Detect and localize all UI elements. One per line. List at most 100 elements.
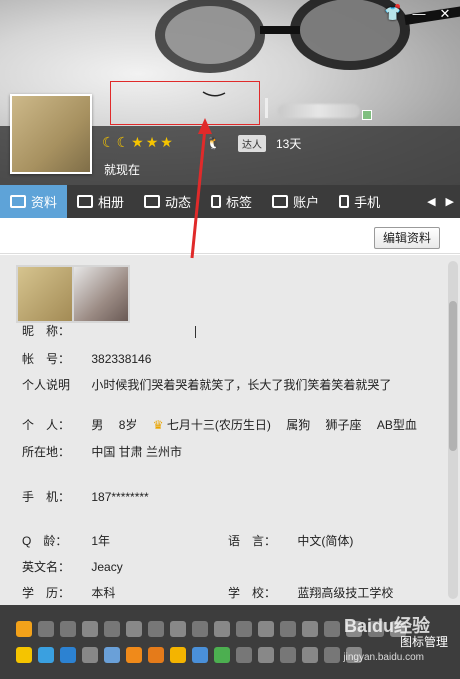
mail-icon[interactable] bbox=[104, 647, 120, 663]
field-label: 手 机： bbox=[22, 490, 71, 504]
tab-label: 相册 bbox=[98, 195, 125, 210]
plane-icon[interactable] bbox=[104, 621, 120, 637]
heart-icon[interactable] bbox=[38, 621, 54, 637]
talent-label: 达人 bbox=[238, 135, 266, 152]
location-row: 所在地： 中国 甘肃 兰州市 bbox=[22, 443, 182, 460]
star-icon: ★ bbox=[131, 134, 144, 150]
hat-icon[interactable] bbox=[280, 647, 296, 663]
download-icon[interactable] bbox=[214, 647, 230, 663]
music-app-icon[interactable] bbox=[148, 647, 164, 663]
field-label: 英文名： bbox=[22, 560, 71, 574]
shield-outline-icon[interactable] bbox=[302, 647, 318, 663]
text-cursor bbox=[194, 325, 196, 338]
photo-thumbnail[interactable] bbox=[18, 267, 72, 321]
penguin-icon[interactable]: 🐧 bbox=[206, 136, 221, 150]
language-value: 中文(简体) bbox=[297, 534, 354, 548]
school-value: 蓝翔高级技工学校 bbox=[297, 586, 394, 600]
profile-toolbar: 编辑资料 bbox=[0, 218, 460, 254]
qage-row: Q 龄： 1年 bbox=[22, 532, 110, 549]
heart-icon[interactable] bbox=[60, 621, 76, 637]
tab-account[interactable]: 账户 bbox=[262, 185, 329, 218]
scrollbar[interactable] bbox=[448, 261, 458, 599]
diamond-icon[interactable] bbox=[258, 621, 274, 637]
phone-row: 手 机： 187******** bbox=[22, 488, 149, 505]
icon-row-2 bbox=[16, 647, 362, 663]
star-app-icon[interactable] bbox=[16, 647, 32, 663]
scrollbar-thumb[interactable] bbox=[449, 301, 457, 451]
shield-icon[interactable] bbox=[170, 647, 186, 663]
education-row: 学 历： 本科 bbox=[22, 584, 115, 601]
qq-level-icons[interactable]: ☾ ☾ ★ ★ ★ bbox=[102, 134, 173, 151]
tab-tags[interactable]: 标签 bbox=[201, 185, 262, 218]
field-label: 个人说明 bbox=[22, 378, 71, 392]
bookmark-icon bbox=[211, 195, 222, 208]
age-value: 8岁 bbox=[118, 418, 138, 432]
active-days: 13天 bbox=[276, 137, 302, 151]
zodiac-value: 属狗 bbox=[286, 418, 311, 432]
skin-icon[interactable]: 👕 bbox=[384, 6, 402, 22]
diamond-icon[interactable] bbox=[214, 621, 230, 637]
field-label: 学 校： bbox=[228, 586, 277, 600]
school-row: 学 校： 蓝翔高级技工学校 bbox=[228, 584, 393, 601]
diamond-icon[interactable] bbox=[236, 621, 252, 637]
list-icon bbox=[144, 195, 161, 208]
signature-blurred[interactable] bbox=[278, 104, 360, 118]
window-controls: 👕 — ✕ bbox=[384, 6, 454, 22]
calendar-icon[interactable] bbox=[236, 647, 252, 663]
moon-icon: ☾ bbox=[102, 134, 115, 150]
space-icon[interactable] bbox=[192, 621, 208, 637]
field-label: 个 人： bbox=[22, 418, 71, 432]
music-icon[interactable] bbox=[126, 621, 142, 637]
game-icon[interactable] bbox=[82, 621, 98, 637]
arrow-right-icon[interactable]: ▶ bbox=[446, 195, 454, 208]
card-icon bbox=[10, 195, 26, 208]
avatar[interactable] bbox=[10, 94, 92, 174]
zone-icon[interactable] bbox=[38, 647, 54, 663]
tab-profile[interactable]: 资料 bbox=[0, 185, 68, 218]
field-label: 学 历： bbox=[22, 586, 71, 600]
location-value: 中国 甘肃 兰州市 bbox=[91, 445, 183, 459]
phone-icon bbox=[339, 195, 350, 208]
diamond-icon[interactable] bbox=[280, 621, 296, 637]
watermark-url: jingyan.baidu.com bbox=[343, 652, 424, 663]
tab-label: 手机 bbox=[354, 195, 381, 210]
language-row: 语 言： 中文(简体) bbox=[228, 532, 353, 549]
crown-icon: ♛ bbox=[152, 418, 164, 432]
diamond-icon[interactable] bbox=[324, 621, 340, 637]
minimize-icon[interactable]: — bbox=[410, 6, 428, 22]
education-value: 本科 bbox=[91, 586, 116, 600]
edit-profile-button[interactable]: 编辑资料 bbox=[373, 227, 440, 249]
nickname-row: 昵 称： bbox=[22, 322, 196, 339]
english-name-row: 英文名： Jeacy bbox=[22, 558, 123, 575]
phone-value: 187******** bbox=[91, 490, 149, 504]
eye-icon[interactable] bbox=[82, 647, 98, 663]
tab-label: 账户 bbox=[293, 195, 320, 210]
talent-badge[interactable]: 达人 13天 bbox=[238, 135, 301, 152]
photo-thumbnail[interactable] bbox=[74, 267, 128, 321]
edit-signature-icon[interactable] bbox=[362, 110, 372, 120]
photo-wall bbox=[16, 265, 130, 323]
mobile-app-icon[interactable] bbox=[192, 647, 208, 663]
gender-value: 男 bbox=[91, 418, 104, 432]
close-icon[interactable]: ✕ bbox=[436, 6, 454, 22]
app-icon[interactable] bbox=[258, 647, 274, 663]
show-icon[interactable] bbox=[148, 621, 164, 637]
tab-album[interactable]: 相册 bbox=[67, 185, 134, 218]
tab-mobile[interactable]: 手机 bbox=[329, 185, 390, 218]
watermark-logo: Baidu经验 bbox=[343, 616, 430, 636]
refresh-icon[interactable] bbox=[324, 647, 340, 663]
tab-scroll-arrows: ◀ ▶ bbox=[427, 195, 460, 208]
arrow-left-icon[interactable]: ◀ bbox=[427, 195, 435, 208]
profile-tabs: 资料 相册 动态 标签 账户 手机 ◀ ▶ bbox=[0, 185, 460, 218]
pet-app-icon[interactable] bbox=[126, 647, 142, 663]
pet-icon[interactable] bbox=[170, 621, 186, 637]
tab-feed[interactable]: 动态 bbox=[134, 185, 201, 218]
camera-icon[interactable] bbox=[60, 647, 76, 663]
english-name-value: Jeacy bbox=[91, 560, 123, 574]
bio-value: 小时候我们哭着哭着就笑了，长大了我们笑着笑着就哭了 bbox=[91, 378, 392, 392]
constellation-value: 狮子座 bbox=[325, 418, 362, 432]
birthday-value: 七月十三(农历生日) bbox=[166, 418, 271, 432]
vip-icon[interactable] bbox=[16, 621, 32, 637]
diamond-icon[interactable] bbox=[302, 621, 318, 637]
blood-type-value: AB型血 bbox=[376, 418, 417, 432]
